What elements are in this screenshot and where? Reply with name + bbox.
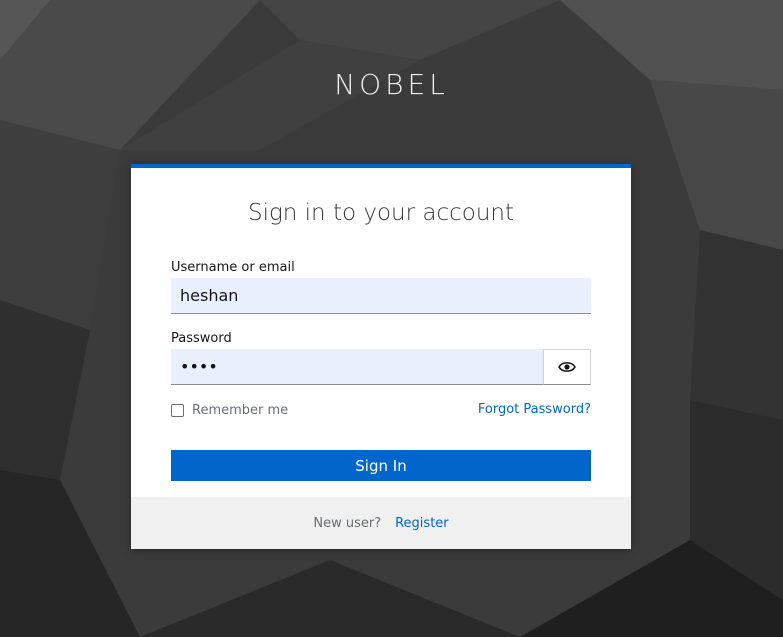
remember-me-checkbox[interactable] <box>171 404 184 417</box>
new-user-text: New user? <box>313 515 382 531</box>
remember-me-label: Remember me <box>192 403 289 418</box>
password-label: Password <box>171 331 232 346</box>
show-password-button[interactable] <box>543 349 591 385</box>
register-link[interactable]: Register <box>395 516 449 531</box>
forgot-password-link[interactable]: Forgot Password? <box>478 402 591 417</box>
password-field[interactable] <box>171 349 543 385</box>
remember-me[interactable]: Remember me <box>171 403 288 418</box>
username-field[interactable] <box>171 278 591 314</box>
eye-icon <box>558 362 576 372</box>
brand-title: NOBEL <box>334 68 449 101</box>
login-card: Sign in to your account Username or emai… <box>131 164 631 549</box>
page-title: Sign in to your account <box>247 200 515 226</box>
sign-in-button[interactable]: Sign In <box>171 450 591 481</box>
username-label: Username or email <box>171 260 295 275</box>
register-footer: New user? Register <box>131 497 631 549</box>
